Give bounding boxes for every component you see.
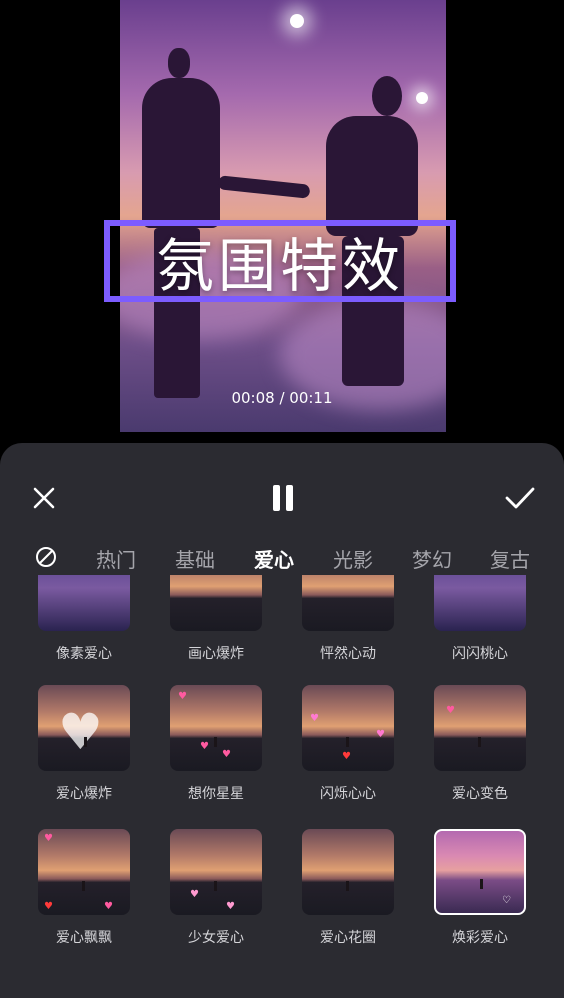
effect-label: 画心爆炸 xyxy=(188,646,244,662)
heart-icon: ♥ xyxy=(226,901,235,912)
heart-icon: ♥ xyxy=(190,889,199,900)
heart-icon: ♡ xyxy=(502,895,511,906)
light-particle xyxy=(290,14,304,28)
effect-item[interactable]: ♥ ♥ ♥ 闪烁心心 xyxy=(302,685,396,803)
effect-thumbnail xyxy=(434,575,526,631)
effect-thumbnail: ♥ xyxy=(434,685,526,771)
effect-item[interactable]: ♥ ♥ ♥ 想你星星 xyxy=(170,685,264,803)
woman-head xyxy=(372,76,402,116)
person-silhouette xyxy=(346,881,349,891)
effect-label: 焕彩爱心 xyxy=(452,930,508,946)
effect-label: 少女爱心 xyxy=(188,930,244,946)
light-particle xyxy=(416,92,428,104)
woman-body xyxy=(326,116,418,236)
effect-label: 想你星星 xyxy=(188,786,244,802)
heart-icon: ♥ xyxy=(200,741,209,752)
person-silhouette xyxy=(478,737,481,747)
heart-icon: ♥ xyxy=(44,901,53,912)
effect-label: 爱心花圈 xyxy=(320,930,376,946)
effect-item[interactable]: ♥ 爱心爆炸 xyxy=(38,685,132,803)
effect-item[interactable]: ♥ 爱心变色 xyxy=(434,685,528,803)
effect-label: 爱心爆炸 xyxy=(56,786,112,802)
heart-icon: ♥ xyxy=(178,691,187,702)
effect-item-selected[interactable]: ♡ 焕彩爱心 xyxy=(434,829,528,947)
effect-thumbnail: ♥ ♥ xyxy=(170,829,262,915)
check-icon[interactable] xyxy=(503,484,537,512)
effect-item[interactable]: ♥ ♥ 少女爱心 xyxy=(170,829,264,947)
effect-thumbnail: ♥ xyxy=(38,685,130,771)
effect-label: 闪烁心心 xyxy=(320,786,376,802)
effect-item[interactable]: 画心爆炸 xyxy=(170,575,264,663)
effect-label: 怦然心动 xyxy=(320,646,376,662)
effect-thumbnail: ♥ ♥ ♥ xyxy=(38,829,130,915)
person-silhouette xyxy=(480,879,483,889)
person-silhouette xyxy=(214,881,217,891)
tab-basic[interactable]: 基础 xyxy=(175,544,215,573)
heart-icon: ♥ xyxy=(104,901,113,912)
tab-light[interactable]: 光影 xyxy=(333,544,373,573)
held-hands xyxy=(217,175,311,199)
effect-label: 爱心飘飘 xyxy=(56,930,112,946)
man-silhouette xyxy=(168,48,190,78)
pause-icon[interactable] xyxy=(268,482,298,514)
tab-dream[interactable]: 梦幻 xyxy=(412,544,452,573)
effect-label: 闪闪桃心 xyxy=(452,646,508,662)
effect-thumbnail: ♥ ♥ ♥ xyxy=(302,685,394,771)
effect-thumbnail xyxy=(302,575,394,631)
close-icon[interactable] xyxy=(30,484,58,512)
effect-item[interactable]: 像素爱心 xyxy=(38,575,132,663)
effect-item[interactable]: ♥ ♥ ♥ 爱心飘飘 xyxy=(38,829,132,947)
effects-grid: 像素爱心 画心爆炸 怦然心动 闪闪桃心 ♥ 爱心爆炸 ♥ ♥ ♥ 想你星星 ♥ … xyxy=(0,575,564,998)
heart-icon: ♥ xyxy=(58,703,103,761)
effect-item[interactable]: 闪闪桃心 xyxy=(434,575,528,663)
man-body xyxy=(142,78,220,228)
tab-retro[interactable]: 复古 xyxy=(490,544,530,573)
heart-icon: ♥ xyxy=(342,751,351,762)
effect-thumbnail: ♡ xyxy=(434,829,526,915)
person-silhouette xyxy=(84,737,87,747)
effect-item[interactable]: 爱心花圈 xyxy=(302,829,396,947)
heart-icon: ♥ xyxy=(44,833,53,844)
person-silhouette xyxy=(214,737,217,747)
heart-icon: ♥ xyxy=(446,705,455,716)
effect-thumbnail: ♥ ♥ ♥ xyxy=(170,685,262,771)
heart-icon: ♥ xyxy=(376,729,385,740)
effect-item[interactable]: 怦然心动 xyxy=(302,575,396,663)
heart-icon: ♥ xyxy=(310,713,319,724)
effect-thumbnail xyxy=(170,575,262,631)
effect-label: 爱心变色 xyxy=(452,786,508,802)
tab-love[interactable]: 爱心 xyxy=(254,544,294,573)
person-silhouette xyxy=(82,881,85,891)
text-selection-box[interactable]: 氛围特效 xyxy=(104,220,456,302)
tab-hot[interactable]: 热门 xyxy=(96,544,136,573)
effect-label: 像素爱心 xyxy=(56,646,112,662)
effect-thumbnail xyxy=(38,575,130,631)
overlay-title-text[interactable]: 氛围特效 xyxy=(156,219,404,303)
video-preview[interactable] xyxy=(120,0,446,432)
heart-icon: ♥ xyxy=(222,749,231,760)
effect-thumbnail xyxy=(302,829,394,915)
person-silhouette xyxy=(346,737,349,747)
category-tabs: 热门 基础 爱心 光影 梦幻 复古 xyxy=(0,544,564,574)
playback-time: 00:08 / 00:11 xyxy=(231,389,333,407)
